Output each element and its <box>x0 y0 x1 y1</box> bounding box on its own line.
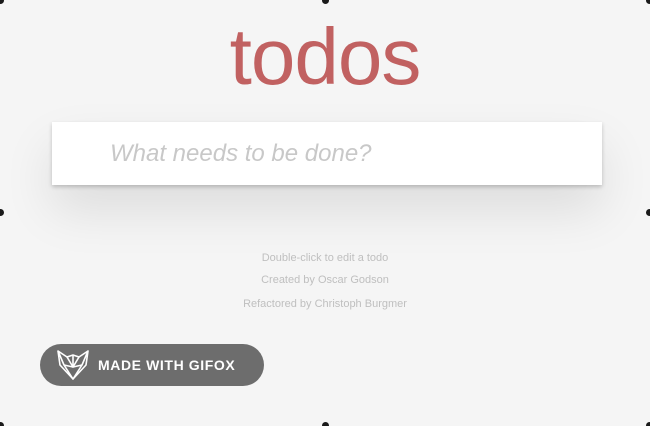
selection-handle-middle-right[interactable] <box>646 209 650 216</box>
todomvc-page: todos Double-click to edit a todo Create… <box>0 0 650 426</box>
footer-info: Double-click to edit a todo Created by O… <box>0 250 650 319</box>
selection-handle-top-left[interactable] <box>0 0 4 4</box>
selection-handle-top-center[interactable] <box>322 0 329 4</box>
made-with-gifox-badge: MADE WITH GIFOX <box>40 344 264 386</box>
selection-handle-middle-left[interactable] <box>0 209 4 216</box>
selection-handle-bottom-right[interactable] <box>646 422 650 426</box>
new-todo-box <box>52 122 602 185</box>
refactored-by-text: Refactored by Christoph Burgmer <box>243 298 407 310</box>
fox-icon <box>57 350 89 380</box>
selection-handle-bottom-left[interactable] <box>0 422 4 426</box>
created-by-text: Created by Oscar Godson <box>261 274 389 286</box>
badge-label: MADE WITH GIFOX <box>98 357 236 373</box>
edit-hint-text: Double-click to edit a todo <box>261 252 389 264</box>
app-title: todos <box>229 12 422 101</box>
selection-handle-top-right[interactable] <box>646 0 650 4</box>
selection-handle-bottom-center[interactable] <box>322 422 329 426</box>
new-todo-input[interactable] <box>52 122 602 185</box>
